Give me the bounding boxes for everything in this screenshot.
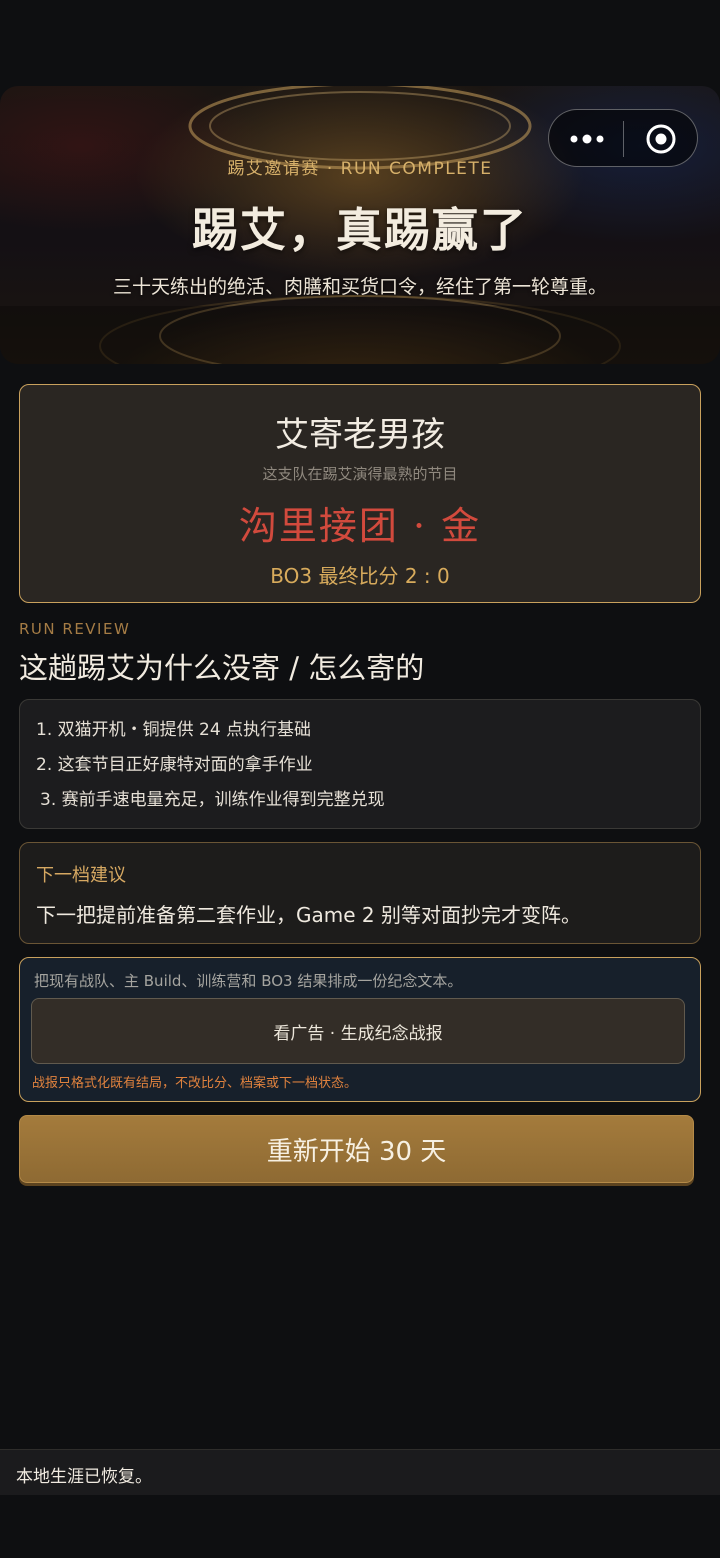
memorial-report-card: 把现有战队、主 Build、训练营和 BO3 结果排成一份纪念文本。 看广告 ·… bbox=[19, 957, 701, 1102]
report-description: 把现有战队、主 Build、训练营和 BO3 结果排成一份纪念文本。 bbox=[34, 972, 463, 990]
restart-button[interactable]: 重新开始 30 天 bbox=[19, 1115, 694, 1183]
list-item: 2. 这套节目正好康特对面的拿手作业 bbox=[36, 755, 313, 775]
program-medal: 沟里接团 · 金 bbox=[238, 504, 482, 548]
team-caption: 这支队在踢艾演得最熟的节目 bbox=[262, 465, 458, 483]
review-title: 这趟踢艾为什么没寄 / 怎么寄的 bbox=[19, 651, 425, 685]
mini-program-capsule bbox=[548, 109, 698, 167]
review-section-label: RUN REVIEW bbox=[19, 620, 131, 638]
hero-description: 三十天练出的绝活、肉膳和买货口令，经住了第一轮尊重。 bbox=[112, 276, 607, 298]
advice-label: 下一档建议 bbox=[36, 865, 126, 886]
capsule-divider bbox=[623, 121, 624, 157]
result-card: 艾寄老男孩 这支队在踢艾演得最熟的节目 沟里接团 · 金 BO3 最终比分 2 … bbox=[19, 384, 701, 603]
list-item: 1. 双猫开机・铜提供 24 点执行基础 bbox=[36, 720, 312, 740]
team-name: 艾寄老男孩 bbox=[275, 415, 445, 455]
target-circle-icon[interactable] bbox=[645, 123, 677, 155]
hero-title: 踢艾，真踢赢了 bbox=[192, 203, 528, 257]
advice-text: 下一把提前准备第二套作业，Game 2 别等对面抄完才变阵。 bbox=[36, 903, 581, 927]
generate-report-button[interactable]: 看广告 · 生成纪念战报 bbox=[31, 998, 685, 1064]
reason-list: 1. 双猫开机・铜提供 24 点执行基础 2. 这套节目正好康特对面的拿手作业 … bbox=[19, 699, 701, 829]
next-step-advice-card: 下一档建议 下一把提前准备第二套作业，Game 2 别等对面抄完才变阵。 bbox=[19, 842, 701, 944]
report-note: 战报只格式化既有结局，不改比分、档案或下一档状态。 bbox=[32, 1076, 358, 1091]
list-item: 3. 赛前手速电量充足，训练作业得到完整兑现 bbox=[40, 790, 385, 810]
final-score: BO3 最终比分 2 : 0 bbox=[270, 564, 450, 588]
status-toast: 本地生涯已恢复。 bbox=[0, 1449, 720, 1495]
more-dots-icon[interactable] bbox=[567, 110, 607, 168]
